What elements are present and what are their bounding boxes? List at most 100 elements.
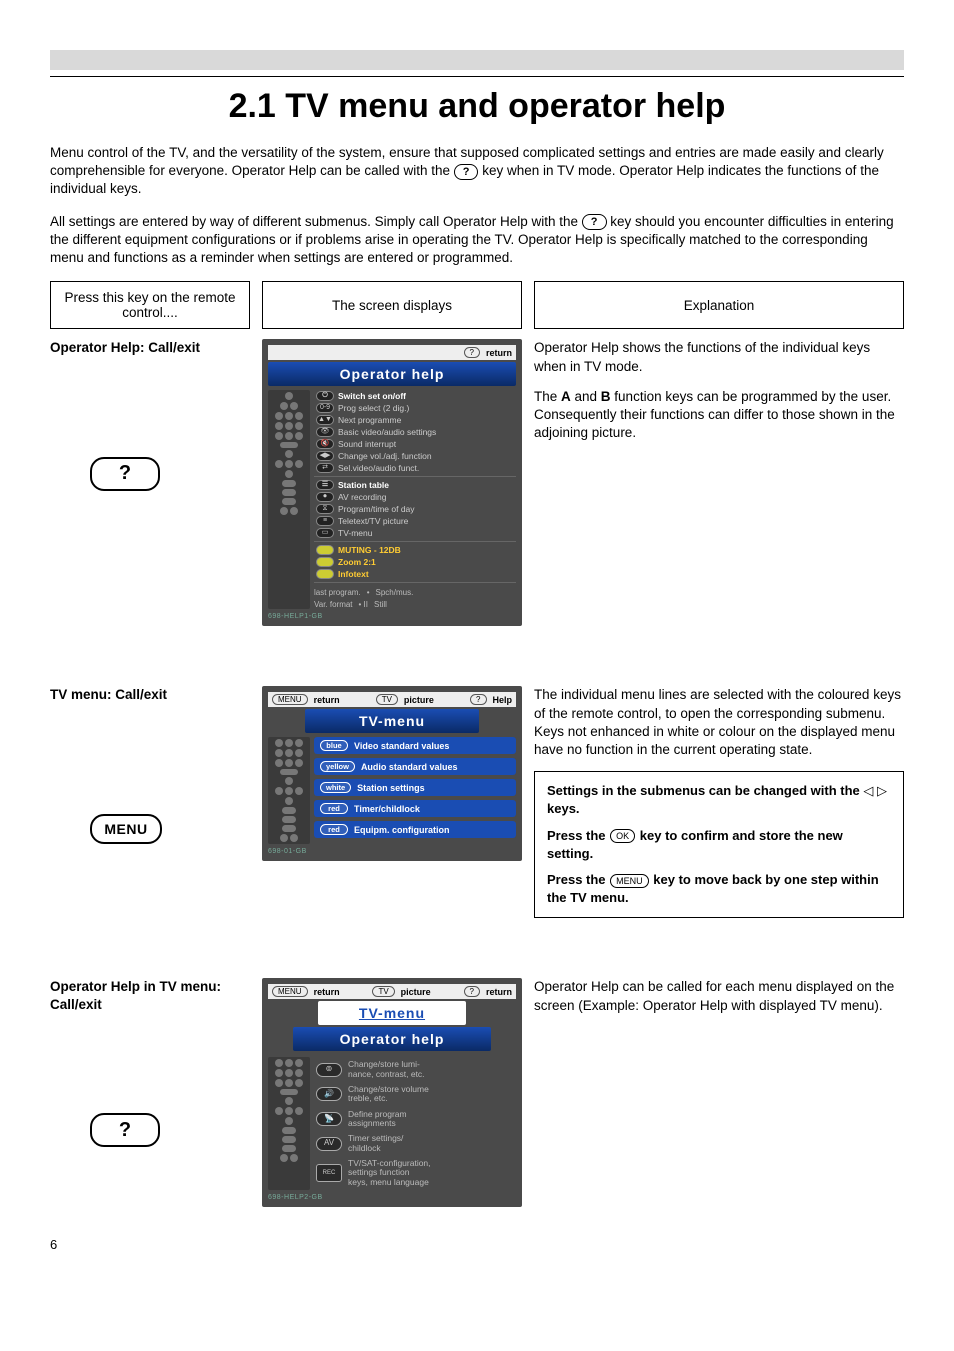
osd-line: Zoom 2:1 [338,558,376,567]
osd-help-return-label: return [486,987,512,997]
eye-icon: 👁 [316,427,334,437]
dot-a-icon [316,545,334,555]
section-operator-help: Operator Help: Call/exit ? ? return Oper… [50,339,904,626]
osd-line: Program/time of day [338,505,415,514]
osd-menu-return-label: return [314,987,340,997]
callout-p1-a: Settings in the submenus can be changed … [547,783,863,798]
osd-line: Switch set on/off [338,392,406,401]
osd-help-key-icon: ? [464,986,480,997]
osd-tv-picture-label: picture [401,987,431,997]
help2-text: Change/store volume treble, etc. [348,1085,429,1104]
intro-paragraph-1: Menu control of the TV, and the versatil… [50,144,904,199]
page-number: 6 [50,1237,904,1252]
osd-line: Station table [338,481,389,490]
menu-key-icon: MENU [90,814,162,844]
dot-c-icon [316,569,334,579]
osd-title: Operator help [268,362,516,386]
osd-menu-item: yellow Audio standard values [314,758,516,775]
help2-text: Change/store lumi- nance, contrast, etc. [348,1060,425,1079]
bold-a: A [561,389,571,404]
osd-menu-label: Audio standard values [361,762,458,772]
osd-menu-item: white Station settings [314,779,516,796]
sec1-explanation-p1: Operator Help shows the functions of the… [534,339,904,375]
menu-icon: ▭ [316,528,334,538]
callout-p2-a: Press the [547,828,609,843]
tag-white: white [320,782,351,793]
updown-icon: ▲▼ [316,415,334,425]
sec1-osd-screenshot: ? return Operator help [262,339,522,626]
speaker-icon: 🔊 [316,1087,342,1101]
sec2-callout-box: Settings in the submenus can be changed … [534,771,904,918]
osd-footer-r2: Still [374,600,387,609]
help-key-icon: ? [90,1113,160,1147]
tag-red2: red [320,824,348,835]
osd-tv-key-icon: TV [372,986,394,997]
col-header-mid: The screen displays [262,281,522,329]
osd-menu-item: red Timer/childlock [314,800,516,817]
osd-menu-label: Equipm. configuration [354,825,450,835]
osd-line: MUTING - 12DB [338,546,401,555]
sec2-explanation-p1: The individual menu lines are selected w… [534,686,904,759]
osd-return-label: return [486,348,512,358]
section-operator-help-in-tv-menu: Operator Help in TV menu: Call/exit ? ME… [50,978,904,1207]
rec-icon: ⏺ [316,492,334,502]
tag-red: red [320,803,348,814]
osd-menu-key-icon: MENU [272,986,308,997]
osd-menu-item: red Equipm. configuration [314,821,516,838]
left-right-arrows-icon: ◁ ▷ [863,783,887,798]
intro2-a: All settings are entered by way of diffe… [50,214,582,229]
osd-title2: Operator help [293,1027,491,1051]
remote-graphic [268,737,310,844]
osd-line: AV recording [338,493,387,502]
col-header-right: Explanation [534,281,904,329]
osd-line: Prog select (2 dig.) [338,404,409,413]
sec2-osd-screenshot: MENU return TV picture ? Help TV-menu [262,686,522,861]
osd-menu-key-icon: MENU [272,694,308,705]
osd-menu-return-label: return [314,695,340,705]
digits-icon: 0-9 [316,403,334,413]
osd-id: 698-HELP1-GB [268,613,516,620]
osd-line: Change vol./adj. function [338,452,432,461]
osd-footer-left: last program. [314,588,361,597]
av-icon: AV [316,1137,342,1151]
page-title: 2.1 TV menu and operator help [50,87,904,126]
top-gray-bar [50,50,904,70]
osd-title: TV-menu [305,709,479,733]
intro-paragraph-2: All settings are entered by way of diffe… [50,213,904,268]
osd-line: Infotext [338,570,369,579]
antenna-icon: 📡 [316,1112,342,1126]
clock-icon: ⧖ [316,504,334,514]
help-key-inline-icon: ? [582,214,607,230]
osd-tv-key-icon: TV [376,694,398,705]
osd-line: Sound interrupt [338,440,396,449]
osd-help-key-icon: ? [470,694,486,705]
teletext-icon: ≡ [316,516,334,526]
menu-key-icon-small: MENU [610,874,649,888]
list-icon: ☰ [316,480,334,490]
osd-tv-picture-label: picture [404,695,434,705]
dot-b-icon [316,557,334,567]
remote-graphic [268,1057,310,1190]
sec1-explanation-p2: The A and B function keys can be program… [534,388,904,443]
rec-box-icon: REC [316,1164,342,1182]
sec3-osd-screenshot: MENU return TV picture ? return TV-menu … [262,978,522,1207]
divider [50,76,904,77]
sec3-explanation-p1: Operator Help can be called for each men… [534,978,904,1014]
help-key-inline-icon: ? [454,164,479,180]
osd-title1: TV-menu [318,1001,467,1025]
osd-help-label: Help [493,695,513,705]
osd-line: Sel.video/audio funct. [338,464,419,473]
osd-line: Next programme [338,416,401,425]
osd-menu-label: Timer/childlock [354,804,420,814]
osd-line: Teletext/TV picture [338,517,408,526]
osd-return-key-icon: ? [464,347,480,358]
osd-line: TV-menu [338,529,373,538]
osd-footer-r1: Spch/mus. [376,588,414,597]
remote-graphic [268,390,310,609]
ok-key-icon: OK [610,829,635,843]
osd-menu-item: blue Video standard values [314,737,516,754]
tag-blue: blue [320,740,348,751]
eye-adjust-icon: ⊚ [316,1063,342,1077]
col-header-left: Press this key on the remote control.... [50,281,250,329]
leftright-icon: ◀▶ [316,451,334,461]
